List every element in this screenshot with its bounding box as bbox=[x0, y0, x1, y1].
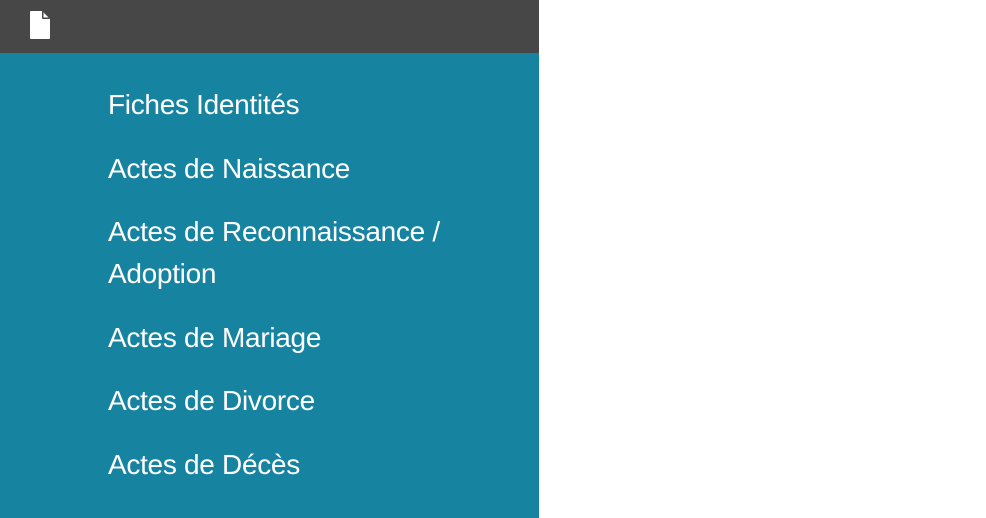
sidebar-menu: Fiches Identités Actes de Naissance Acte… bbox=[0, 53, 539, 518]
menu-item-actes-naissance[interactable]: Actes de Naissance bbox=[108, 148, 508, 190]
menu-item-actes-deces[interactable]: Actes de Décès bbox=[108, 444, 508, 486]
sidebar-header bbox=[0, 0, 539, 53]
menu-item-actes-reconnaissance-adoption[interactable]: Actes de Reconnaissance / Adoption bbox=[108, 211, 508, 295]
file-icon[interactable] bbox=[29, 10, 51, 40]
menu-item-actes-divorce[interactable]: Actes de Divorce bbox=[108, 380, 508, 422]
menu-item-fiches-identites[interactable]: Fiches Identités bbox=[108, 84, 508, 126]
menu-item-actes-mariage[interactable]: Actes de Mariage bbox=[108, 317, 508, 359]
sidebar-panel: Fiches Identités Actes de Naissance Acte… bbox=[0, 0, 539, 518]
